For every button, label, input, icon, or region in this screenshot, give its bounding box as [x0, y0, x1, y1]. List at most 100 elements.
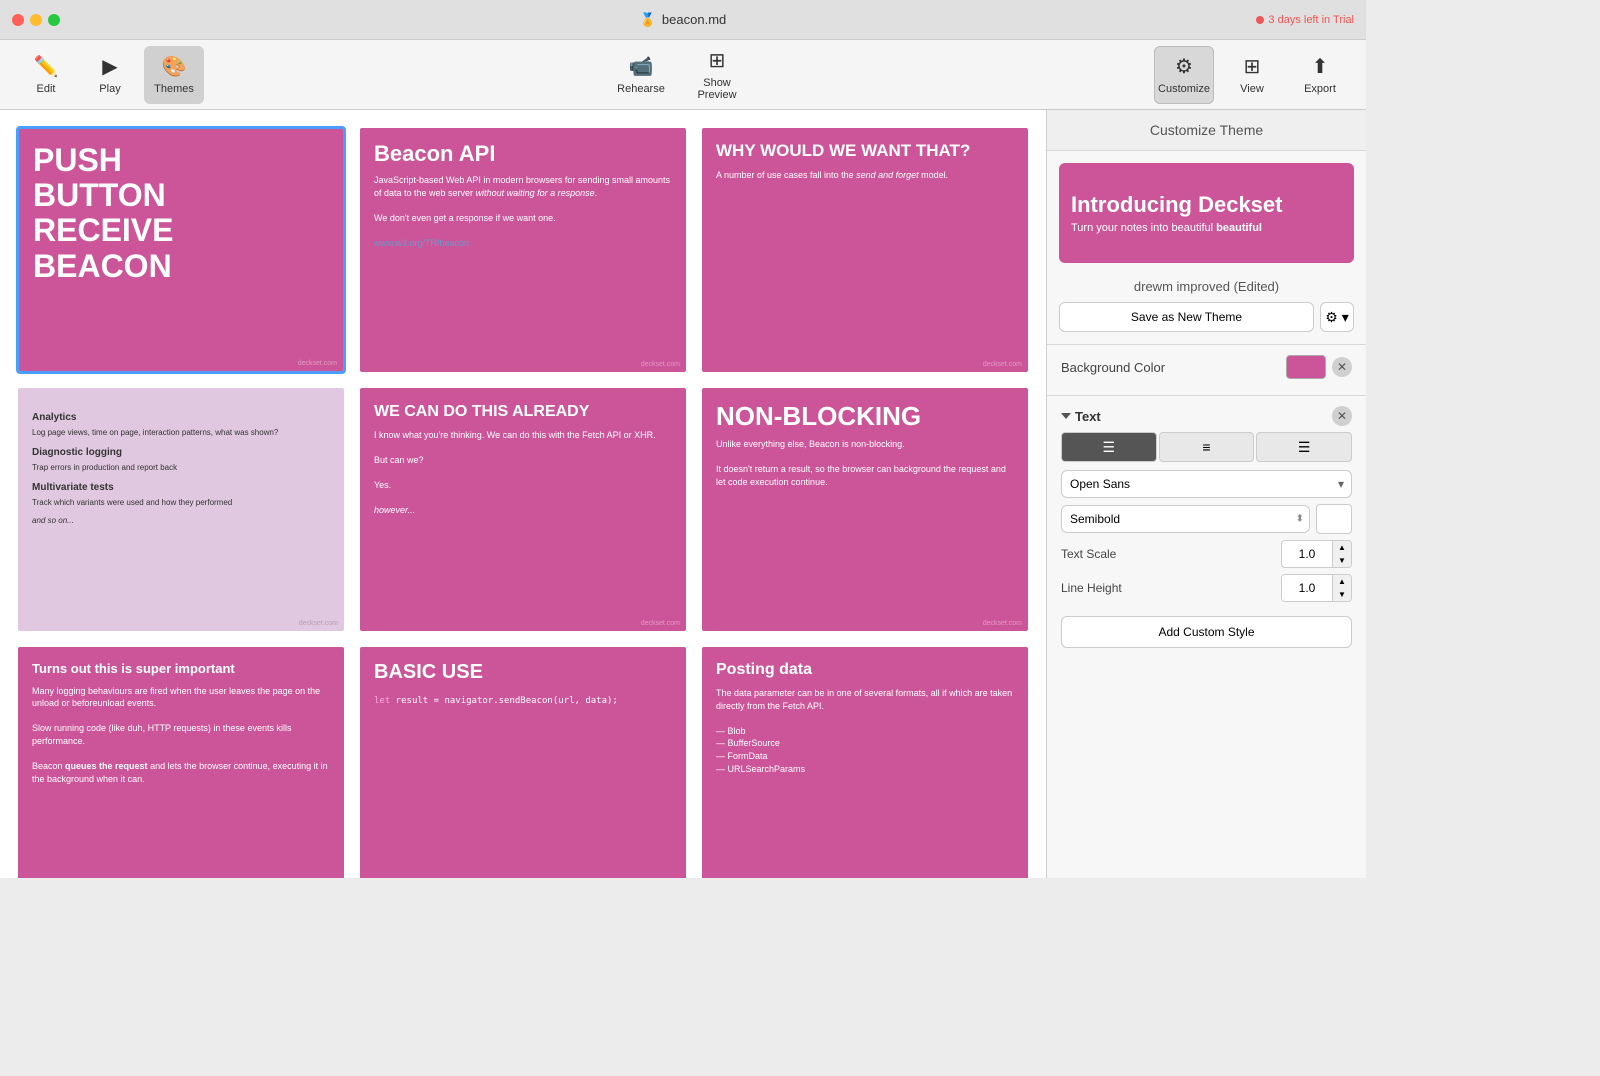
text-scale-input[interactable] [1282, 543, 1332, 565]
slide-1[interactable]: PUSHBUTTONRECEIVEBEACON deckset.com [16, 126, 346, 374]
customize-label: Customize [1158, 83, 1210, 95]
rehearse-button[interactable]: 📹 Rehearse [611, 46, 671, 104]
right-panel-title: Customize Theme [1047, 110, 1366, 151]
theme-preview-title: Introducing Deckset [1071, 192, 1342, 218]
background-color-swatch[interactable] [1286, 355, 1326, 379]
text-section-label: Text [1075, 409, 1101, 424]
theme-preview-bold: beautiful [1216, 222, 1262, 234]
customize-button[interactable]: ⚙ Customize [1154, 46, 1214, 104]
export-icon: ⬆ [1312, 54, 1329, 79]
slide-8-code: let result = navigator.sendBeacon(url, d… [374, 696, 672, 706]
align-center-button[interactable]: ≡ [1159, 432, 1255, 462]
theme-preview-subtitle: Turn your notes into beautiful beautiful [1071, 222, 1342, 234]
titlebar-center: 🏅 beacon.md [640, 12, 727, 28]
line-height-label: Line Height [1061, 581, 1281, 595]
slide-7-body: Many logging behaviours are fired when t… [32, 685, 330, 786]
show-preview-icon: ⊞ [709, 48, 726, 73]
text-scale-down[interactable]: ▼ [1333, 554, 1351, 567]
save-theme-row: Save as New Theme ⚙ ▾ [1059, 302, 1354, 332]
slide-4-body: Analytics Log page views, time on page, … [32, 410, 330, 527]
trial-dot [1256, 16, 1264, 24]
title-emoji: 🏅 [640, 12, 656, 28]
fullscreen-traffic-light[interactable] [48, 14, 60, 26]
slide-8-title: BASIC USE [374, 661, 672, 684]
font-select[interactable]: Open Sans Helvetica Arial Georgia [1061, 470, 1352, 498]
window-title: beacon.md [662, 12, 726, 27]
text-scale-stepper: ▲ ▼ [1332, 541, 1351, 567]
minimize-traffic-light[interactable] [30, 14, 42, 26]
right-panel: Customize Theme Introducing Deckset Turn… [1046, 110, 1366, 878]
play-label: Play [99, 83, 120, 95]
slide-6-title: NON-BLOCKING [716, 402, 1014, 431]
slide-6-body: Unlike everything else, Beacon is non-bl… [716, 438, 1014, 488]
slide-4[interactable]: Analytics Log page views, time on page, … [16, 386, 346, 634]
align-right-icon: ☰ [1298, 439, 1311, 456]
slide-3-title: WHY WOULD WE WANT THAT? [716, 142, 1014, 161]
slide-2-title: Beacon API [374, 142, 672, 166]
line-height-input[interactable] [1282, 577, 1332, 599]
slide-8[interactable]: BASIC USE let result = navigator.sendBea… [358, 645, 688, 878]
play-button[interactable]: ▶ Play [80, 46, 140, 104]
background-color-close[interactable]: ✕ [1332, 357, 1352, 377]
align-right-button[interactable]: ☰ [1256, 432, 1352, 462]
slide-6-watermark: deckset.com [983, 620, 1022, 627]
slide-7[interactable]: Turns out this is super important Many l… [16, 645, 346, 878]
traffic-lights [12, 14, 60, 26]
add-custom-style-button[interactable]: Add Custom Style [1061, 616, 1352, 648]
theme-preview: Introducing Deckset Turn your notes into… [1059, 163, 1354, 263]
rehearse-icon: 📹 [629, 54, 654, 79]
toolbar: ✏️ Edit ▶ Play 🎨 Themes 📹 Rehearse ⊞ Sho… [0, 40, 1366, 110]
titlebar-left [12, 14, 68, 26]
save-theme-button[interactable]: Save as New Theme [1059, 302, 1314, 332]
text-section-expand-icon[interactable] [1061, 413, 1071, 419]
line-height-up[interactable]: ▲ [1333, 575, 1351, 588]
slide-7-title: Turns out this is super important [32, 661, 330, 677]
trial-text: 3 days left in Trial [1268, 14, 1354, 26]
slides-panel[interactable]: PUSHBUTTONRECEIVEBEACON deckset.com Beac… [0, 110, 1046, 878]
text-section-close[interactable]: ✕ [1332, 406, 1352, 426]
titlebar: 🏅 beacon.md 3 days left in Trial [0, 0, 1366, 40]
view-button[interactable]: ⊞ View [1222, 46, 1282, 104]
align-left-button[interactable]: ☰ [1061, 432, 1157, 462]
slide-2[interactable]: Beacon API JavaScript-based Web API in m… [358, 126, 688, 374]
slide-5-body: I know what you're thinking. We can do t… [374, 429, 672, 517]
slide-6[interactable]: NON-BLOCKING Unlike everything else, Bea… [700, 386, 1030, 634]
edit-icon: ✏️ [34, 54, 59, 79]
line-height-row: Line Height ▲ ▼ [1061, 574, 1352, 602]
show-preview-button[interactable]: ⊞ Show Preview [687, 46, 747, 104]
play-icon: ▶ [102, 54, 117, 79]
text-scale-label: Text Scale [1061, 547, 1281, 561]
slide-3[interactable]: WHY WOULD WE WANT THAT? A number of use … [700, 126, 1030, 374]
line-height-down[interactable]: ▼ [1333, 588, 1351, 601]
slide-5-title: WE CAN DO THIS ALREADY [374, 402, 672, 421]
gear-button[interactable]: ⚙ ▾ [1320, 302, 1354, 332]
themes-button[interactable]: 🎨 Themes [144, 46, 204, 104]
slide-2-watermark: deckset.com [641, 361, 680, 368]
slide-1-watermark: deckset.com [298, 360, 337, 367]
customize-theme-label: Customize Theme [1150, 122, 1263, 138]
weight-select[interactable]: Semibold Regular Bold Light [1061, 505, 1310, 533]
toolbar-left-group: ✏️ Edit ▶ Play 🎨 Themes [16, 46, 204, 104]
toolbar-center-group: 📹 Rehearse ⊞ Show Preview [208, 46, 1150, 104]
line-height-stepper: ▲ ▼ [1332, 575, 1351, 601]
font-select-wrapper: Open Sans Helvetica Arial Georgia [1061, 470, 1352, 498]
export-button[interactable]: ⬆ Export [1290, 46, 1350, 104]
background-color-label: Background Color [1061, 360, 1165, 375]
text-section-header: Text ✕ [1047, 395, 1366, 432]
slide-9[interactable]: Posting data The data parameter can be i… [700, 645, 1030, 878]
slide-2-body: JavaScript-based Web API in modern brows… [374, 174, 672, 250]
weight-color-row: Semibold Regular Bold Light [1061, 504, 1352, 534]
close-traffic-light[interactable] [12, 14, 24, 26]
view-icon: ⊞ [1244, 54, 1261, 79]
text-color-swatch[interactable] [1316, 504, 1352, 534]
edit-button[interactable]: ✏️ Edit [16, 46, 76, 104]
show-preview-label: Show Preview [687, 77, 747, 101]
text-section-title: Text [1061, 409, 1101, 424]
main-layout: PUSHBUTTONRECEIVEBEACON deckset.com Beac… [0, 110, 1366, 878]
theme-preview-subtitle-text: Turn your notes into beautiful [1071, 222, 1213, 234]
slide-5[interactable]: WE CAN DO THIS ALREADY I know what you'r… [358, 386, 688, 634]
slide-4-watermark: deckset.com [299, 620, 338, 627]
text-scale-up[interactable]: ▲ [1333, 541, 1351, 554]
view-label: View [1240, 83, 1264, 95]
text-scale-row: Text Scale ▲ ▼ [1061, 540, 1352, 568]
